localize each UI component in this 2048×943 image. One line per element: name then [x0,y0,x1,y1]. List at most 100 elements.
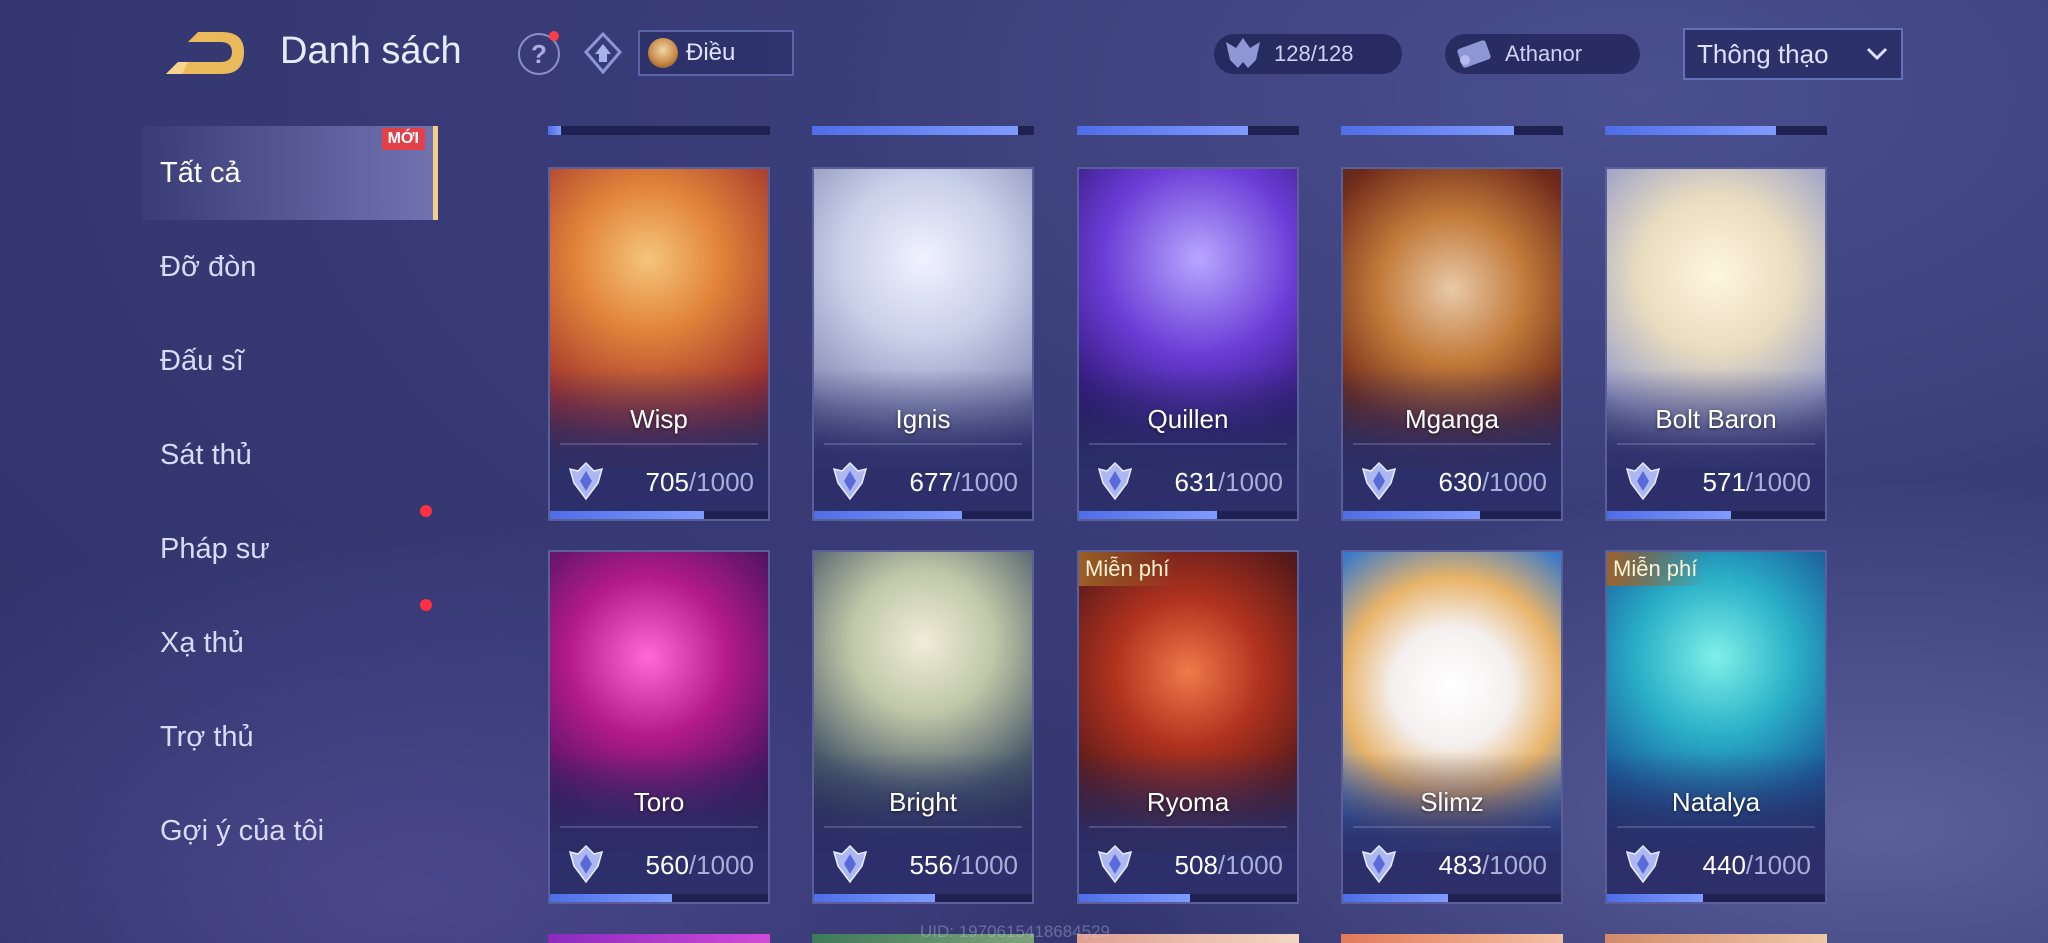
hero-card-peek [1605,934,1827,943]
sidebar-item-label: Trợ thủ [160,720,254,753]
mastery-score: 630/1000 [1439,467,1547,498]
mastery-emblem-icon [1625,844,1661,884]
sidebar-item-mage[interactable]: Pháp sư [142,502,438,596]
top-bar: Danh sách ? Điều 128/128 Athanor Thông t… [0,0,2048,110]
hero-card-peek [548,934,770,943]
progress-fill [1077,126,1248,135]
hero-name: Wisp [630,404,688,434]
new-badge: MỚI [381,128,425,150]
hero-card[interactable]: Miễn phí Ryoma 508/1000 [1077,550,1299,904]
hero-card[interactable]: Miễn phí Natalya 440/1000 [1605,550,1827,904]
mastery-emblem-icon [832,844,868,884]
mastery-points: 630 [1438,467,1482,497]
hero-progress-bar [1341,126,1563,135]
free-tag: Miễn phí [1079,552,1180,586]
progress-fill [1343,894,1449,902]
hero-progress-bar [1079,894,1297,902]
mastery-emblem-icon [832,461,868,501]
player-chip[interactable]: Điều [638,30,794,76]
hero-name: Mganga [1405,404,1499,434]
mastery-points: 677 [909,467,953,497]
hero-card[interactable]: Mganga 630/1000 [1341,167,1563,521]
hero-progress-bar [1077,126,1299,135]
currency-text: Athanor [1505,41,1583,66]
hero-progress-bar [1607,511,1825,519]
hero-card[interactable]: Toro 560/1000 [548,550,770,904]
chevron-down-icon [1866,47,1888,61]
hero-card[interactable]: Quillen 631/1000 [1077,167,1299,521]
progress-fill [812,126,1019,135]
hero-card[interactable]: Wisp 705/1000 [548,167,770,521]
divider [1353,826,1551,828]
hero-name: Toro [633,787,685,817]
divider [560,443,758,445]
free-tag: Miễn phí [1607,552,1708,586]
progress-fill [1605,126,1776,135]
divider [1617,443,1815,445]
hero-progress-bar [814,511,1032,519]
mastery-emblem-icon [1097,461,1133,501]
progress-fill [550,894,673,902]
hero-count-pill: 128/128 [1214,34,1402,74]
page-title: Danh sách [280,30,462,72]
rank-emblem-icon[interactable] [580,30,626,76]
helmet-icon [1226,38,1260,68]
sidebar-item-label: Gợi ý của tôi [160,814,325,847]
mastery-points: 440 [1702,850,1746,880]
hero-count-text: 128/128 [1274,41,1354,66]
sidebar-item-tank[interactable]: Đỡ đòn [142,220,438,314]
hero-card[interactable]: Ignis 677/1000 [812,167,1034,521]
mastery-max: /1000 [1217,467,1283,497]
hero-name: Natalya [1671,787,1761,817]
hero-progress-bar [1079,511,1297,519]
progress-fill [1607,894,1703,902]
divider [1089,826,1287,828]
player-avatar [648,38,678,68]
hero-card-peek [1077,934,1299,943]
mastery-emblem-icon [1361,461,1397,501]
hero-card[interactable]: Bolt Baron 571/1000 [1605,167,1827,521]
mastery-score: 508/1000 [1175,850,1283,881]
mastery-score: 556/1000 [910,850,1018,881]
progress-fill [814,894,936,902]
currency-pill[interactable]: Athanor [1445,34,1640,74]
hero-card[interactable]: Bright 556/1000 [812,550,1034,904]
progress-fill [1341,126,1515,135]
sort-dropdown[interactable]: Thông thạo [1683,28,1903,80]
hero-progress-bar [1343,511,1561,519]
hero-card-peek [1341,934,1563,943]
mastery-score: 571/1000 [1703,467,1811,498]
hero-card[interactable]: Slimz 483/1000 [1341,550,1563,904]
progress-fill [814,511,962,519]
mastery-points: 508 [1174,850,1218,880]
hero-name: Quillen [1147,404,1229,434]
sidebar-item-marksman[interactable]: Xạ thủ [142,596,438,690]
mastery-points: 560 [645,850,689,880]
hero-progress-bar [550,894,768,902]
sidebar-item-my-suggestions[interactable]: Gợi ý của tôi [142,784,438,878]
mastery-score: 483/1000 [1439,850,1547,881]
sidebar-item-fighter[interactable]: Đấu sĩ [142,314,438,408]
progress-fill [548,126,562,135]
progress-fill [550,511,704,519]
uid-text: UID: 1970615418684529 [920,922,1110,941]
mastery-score: 677/1000 [910,467,1018,498]
divider [1089,443,1287,445]
mastery-score: 440/1000 [1703,850,1811,881]
sidebar-item-label: Tất cả [160,156,241,189]
sidebar-item-label: Đỡ đòn [160,250,257,283]
mastery-emblem-icon [1625,461,1661,501]
sidebar-item-support[interactable]: Trợ thủ [142,690,438,784]
mastery-points: 556 [909,850,953,880]
mastery-points: 705 [645,467,689,497]
scroll-icon [1457,40,1491,68]
back-button[interactable] [158,26,248,82]
divider [824,443,1022,445]
sidebar-item-all[interactable]: Tất cả MỚI [142,126,438,220]
sidebar-item-label: Sát thủ [160,438,252,471]
hero-name: Slimz [1420,787,1484,817]
sidebar-item-assassin[interactable]: Sát thủ [142,408,438,502]
sidebar-item-label: Xạ thủ [160,626,244,659]
mastery-emblem-icon [1361,844,1397,884]
hero-name: Bolt Baron [1655,404,1777,434]
